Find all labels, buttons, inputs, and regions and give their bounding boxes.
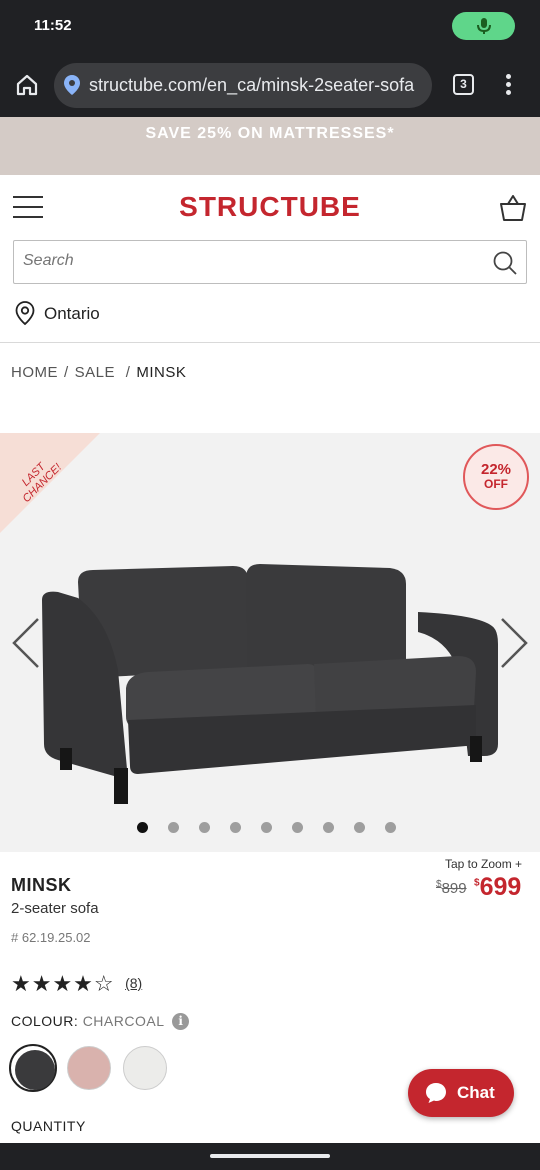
product-sku: # 62.19.25.02 [11,930,91,945]
colour-label: COLOUR: [11,1013,79,1029]
tab-switcher-button[interactable]: 3 [453,74,474,95]
home-icon [16,74,38,96]
chat-button[interactable]: Chat [408,1069,514,1117]
status-time: 11:52 [34,17,72,34]
location-label: Ontario [44,304,100,323]
quantity-label: QUANTITY [11,1118,86,1134]
gallery-dot[interactable] [292,822,303,833]
gallery-dot[interactable] [168,822,179,833]
site-header: STRUCTUBE Ontario [0,175,540,343]
address-bar[interactable]: structube.com/en_ca/minsk-2seater-sofa [54,63,432,108]
product-name: MINSK [11,875,72,895]
swatch-charcoal[interactable] [9,1044,57,1092]
microphone-indicator[interactable] [452,12,515,40]
chat-bubble-icon [426,1083,446,1103]
gallery-dot[interactable] [323,822,334,833]
home-button[interactable] [12,70,42,100]
search-icon[interactable] [492,250,518,276]
product-description: 2-seater sofa [11,900,99,917]
breadcrumb-current: MINSK [136,364,187,381]
breadcrumb-sale[interactable]: SALE [75,364,115,381]
product-rating: ★★★★☆ (8) [11,971,142,996]
chat-label: Chat [457,1083,495,1102]
gallery-dot[interactable] [354,822,365,833]
breadcrumb-home[interactable]: HOME [11,364,58,381]
original-price: $899 [436,879,467,897]
colour-selection: COLOUR: CHARCOAL i [11,1013,190,1030]
swatch-white[interactable] [121,1044,169,1092]
gallery-dot[interactable] [199,822,210,833]
discount-badge: 22% OFF [463,444,529,510]
home-gesture-handle[interactable] [210,1154,330,1158]
gallery-dot[interactable] [261,822,272,833]
tap-to-zoom-label[interactable]: Tap to Zoom + [445,857,522,871]
star-rating-icon: ★★★★☆ [11,971,115,996]
swatch-blush-fill [67,1046,111,1090]
location-pin-icon [15,301,35,326]
microphone-icon [477,18,491,34]
gallery-dot[interactable] [385,822,396,833]
gallery-dot[interactable] [230,822,241,833]
colour-value: CHARCOAL [82,1013,164,1029]
review-count-link[interactable]: (8) [125,975,142,991]
site-info-icon[interactable] [63,74,81,96]
status-bar: 11:52 [0,0,540,54]
swatch-blush[interactable] [65,1044,113,1092]
discount-percent: 22% [480,461,512,478]
url-text: structube.com/en_ca/minsk-2seater-sofa [89,75,415,95]
promo-banner[interactable]: SAVE 25% ON MATTRESSES* [0,117,540,175]
discount-off-label: OFF [484,477,508,491]
overflow-menu-icon[interactable] [500,72,516,98]
swatch-white-fill [123,1046,167,1090]
sale-price: $699 [474,873,522,901]
breadcrumb: HOME / SALE / MINSK [11,364,187,381]
system-navigation-bar [0,1143,540,1170]
shopping-bag-icon [500,195,526,221]
next-image-arrow-icon[interactable] [498,615,530,671]
search-box [13,240,527,284]
search-input[interactable] [23,252,483,270]
promo-text: SAVE 25% ON MATTRESSES* [145,125,395,142]
site-logo[interactable]: STRUCTUBE [0,191,540,223]
gallery-dot[interactable] [137,822,148,833]
gallery-pagination [137,822,407,834]
swatch-charcoal-fill [15,1050,55,1090]
info-icon[interactable]: i [172,1013,190,1030]
cart-button[interactable] [498,193,528,223]
browser-toolbar: structube.com/en_ca/minsk-2seater-sofa 3 [0,54,540,117]
product-image-sofa[interactable] [38,560,502,810]
